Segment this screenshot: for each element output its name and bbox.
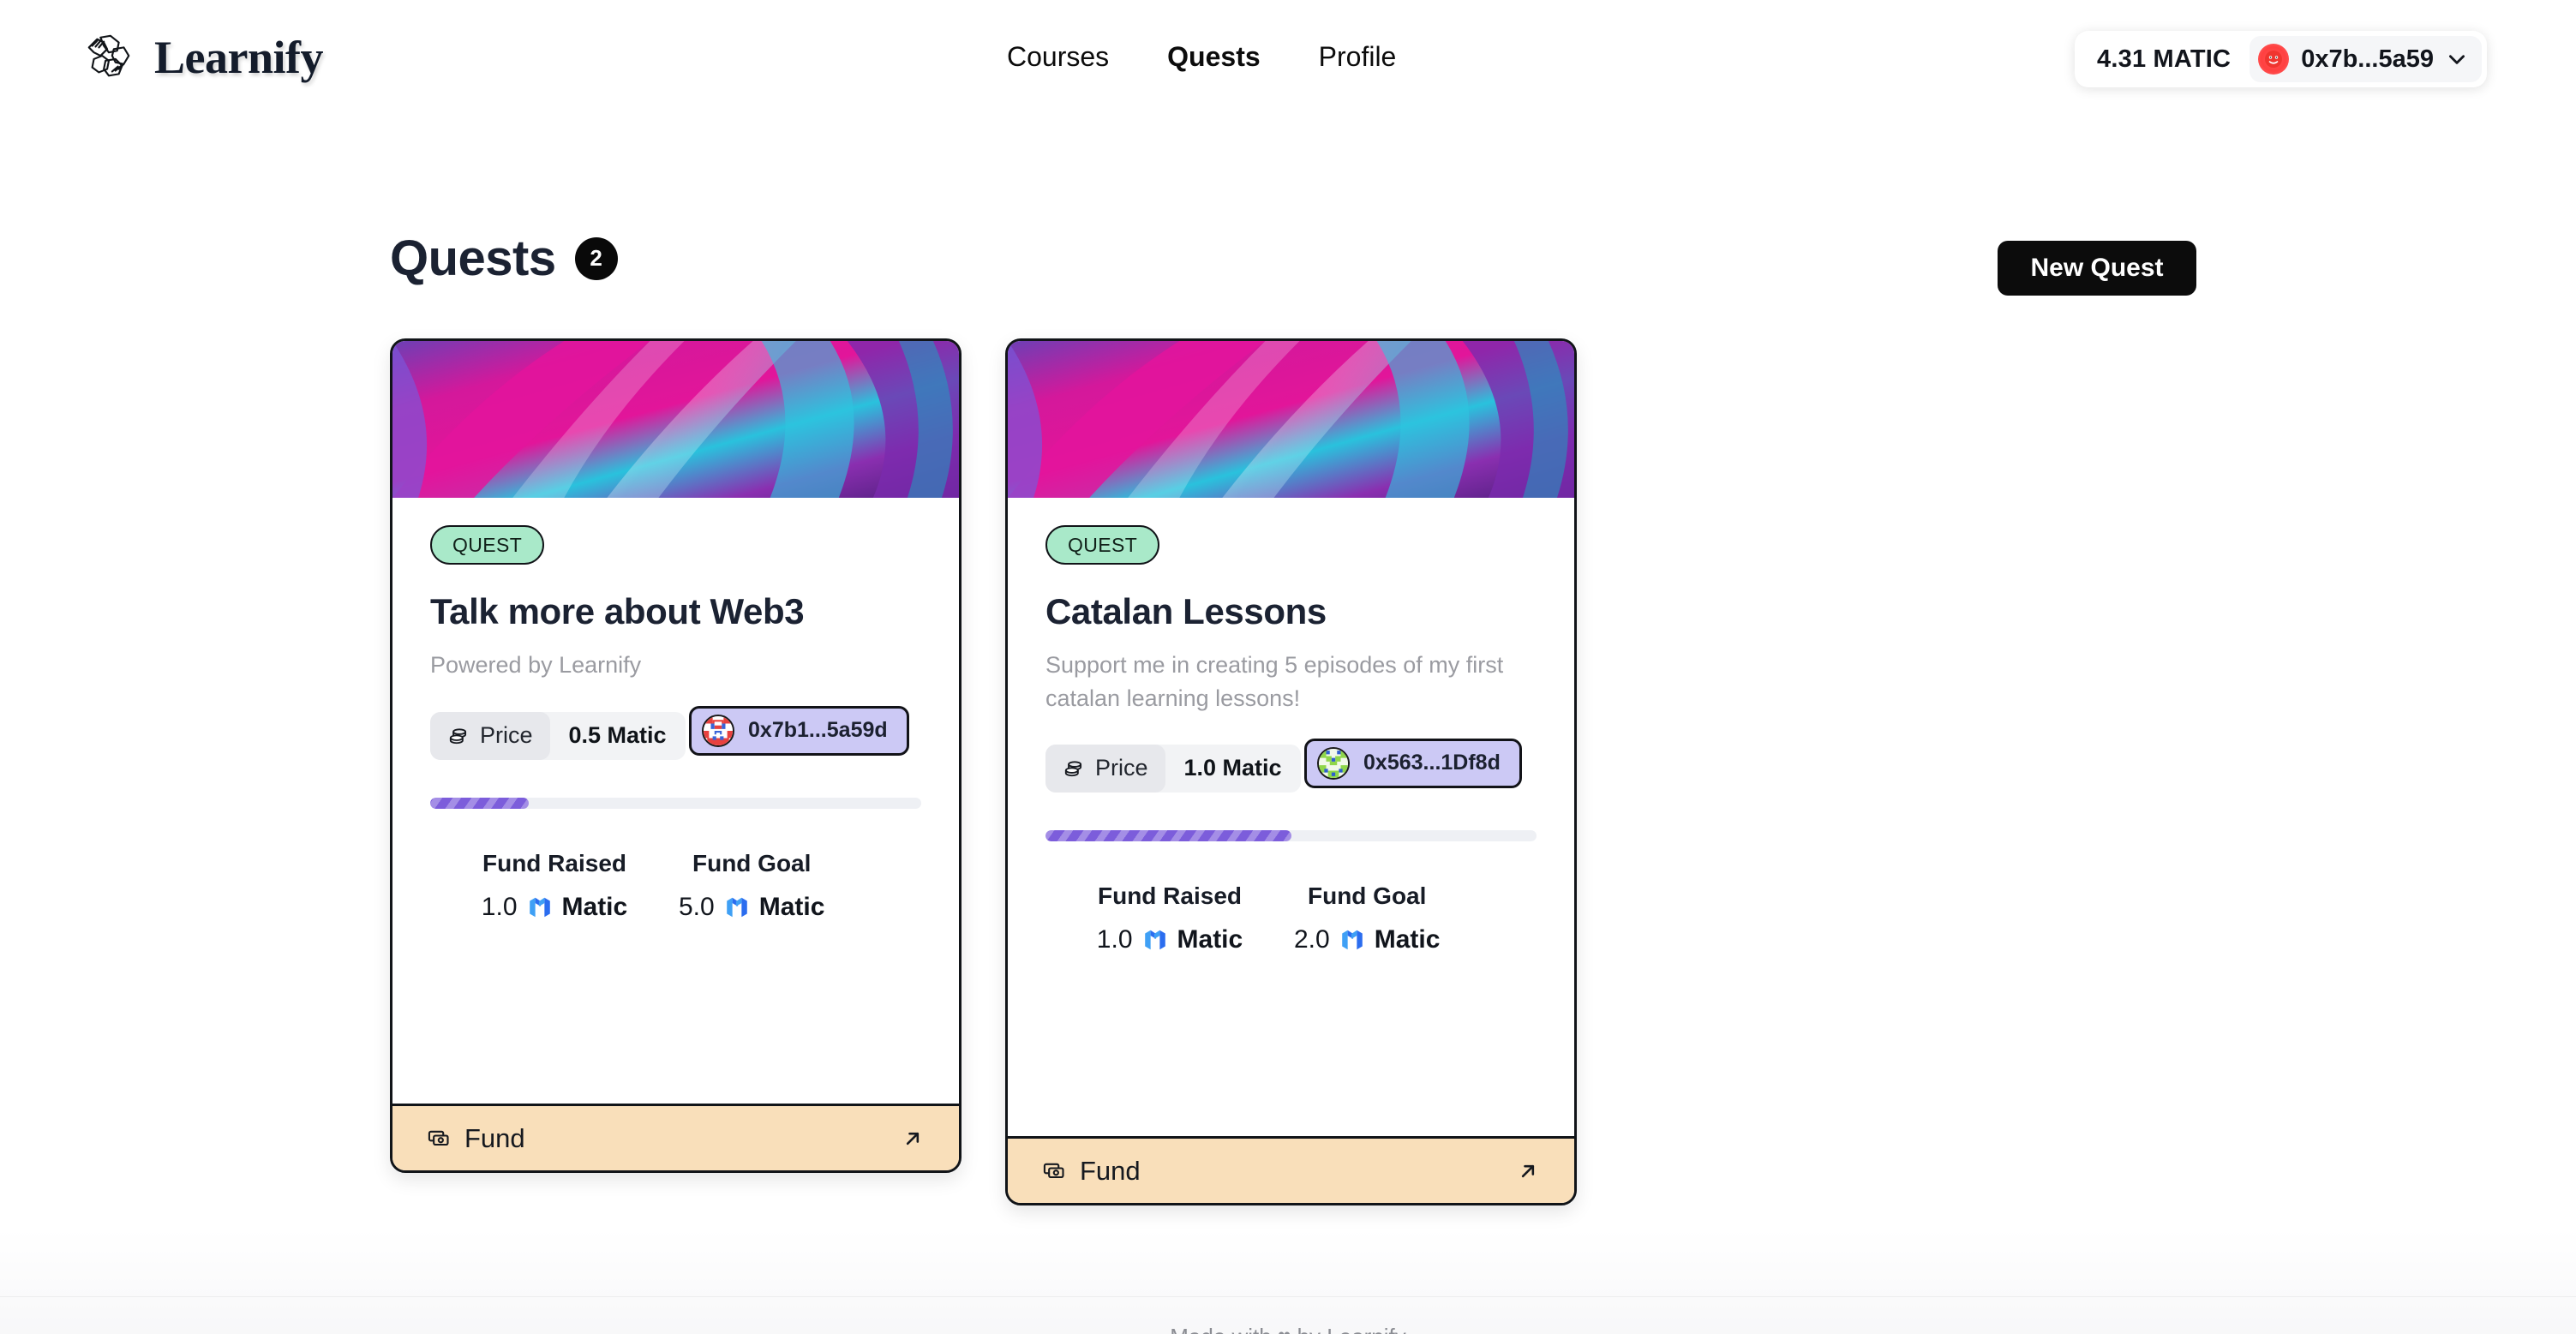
- fund-action-left: Fund: [1042, 1156, 1141, 1187]
- nav-link-profile[interactable]: Profile: [1319, 41, 1397, 73]
- matic-logo-icon: [1341, 930, 1363, 950]
- progress-track: [430, 797, 921, 809]
- arrow-up-right-icon[interactable]: [1516, 1159, 1540, 1183]
- owner-address-text: 0x563...1Df8d: [1363, 751, 1501, 775]
- quest-price-chip: Price 0.5 Matic: [430, 711, 686, 760]
- fund-action-bar[interactable]: Fund: [392, 1104, 959, 1170]
- money-stack-icon: [428, 1130, 449, 1146]
- fund-goal-number: 5.0: [679, 892, 715, 921]
- app-root: Learnify Courses Quests Profile 4.31 MAT…: [0, 0, 2576, 1334]
- fund-goal-label: Fund Goal: [692, 849, 812, 876]
- quest-card[interactable]: QUEST Talk more about Web3 Powered by Le…: [390, 338, 962, 1173]
- price-label: Price: [1095, 755, 1148, 781]
- fund-raised-stat: Fund Raised 1.0 Matic: [1045, 882, 1294, 954]
- funding-progress: [1045, 829, 1537, 841]
- fund-raised-unit: Matic: [561, 892, 628, 921]
- wallet-widget[interactable]: 4.31 MATIC 0x7b...5a59: [2075, 31, 2487, 87]
- price-label: Price: [480, 722, 533, 749]
- quest-description: Powered by Learnify: [430, 652, 642, 679]
- new-quest-button[interactable]: New Quest: [1998, 241, 2196, 296]
- quest-owner-address-chip[interactable]: 0x563...1Df8d: [1304, 738, 1522, 788]
- fund-stats: Fund Raised 1.0 Matic: [430, 850, 921, 922]
- quest-banner-image: [392, 341, 959, 498]
- owner-address-text: 0x7b1...5a59d: [748, 718, 888, 743]
- brand-logo[interactable]: Learnify: [82, 31, 323, 84]
- fund-goal-value: 2.0 Matic: [1294, 925, 1440, 954]
- funding-progress: [430, 797, 921, 809]
- quest-card-body: QUEST Catalan Lessons Support me in crea…: [1008, 498, 1574, 954]
- price-value: 0.5 Matic: [568, 722, 667, 749]
- price-label-pill: Price: [430, 711, 550, 760]
- wallet-blockie-avatar-red-icon: [2258, 44, 2290, 75]
- fund-raised-unit: Matic: [1177, 924, 1243, 954]
- fund-goal-value: 5.0 Matic: [679, 893, 824, 922]
- fund-stats: Fund Raised 1.0 Matic: [1045, 882, 1537, 954]
- quest-description: Support me in creating 5 episodes of my …: [1045, 652, 1504, 711]
- blockie-avatar-green-icon: [1317, 746, 1351, 780]
- page-divider: [0, 1296, 2576, 1297]
- quest-owner-address-chip[interactable]: 0x7b1...5a59d: [689, 705, 909, 756]
- quest-type-badge: QUEST: [1045, 525, 1160, 565]
- wallet-address: 0x7b...5a59: [2301, 45, 2434, 73]
- fund-raised-stat: Fund Raised 1.0 Matic: [430, 850, 679, 922]
- page-bottom-fade: [0, 1229, 2576, 1334]
- gradient-swirl-art: [1008, 341, 1574, 498]
- quest-count-badge: 2: [574, 236, 618, 280]
- interlocking-hands-logo-icon: [87, 34, 130, 77]
- nav-link-quests[interactable]: Quests: [1167, 41, 1260, 73]
- fund-raised-value: 1.0 Matic: [482, 893, 627, 922]
- price-label-pill: Price: [1045, 744, 1165, 793]
- blockie-avatar-red-icon: [702, 714, 735, 747]
- fund-goal-unit: Matic: [758, 892, 825, 921]
- quest-type-badge: QUEST: [430, 525, 545, 565]
- money-stack-icon: [1043, 1163, 1064, 1178]
- matic-logo-icon: [529, 897, 550, 917]
- coins-icon: [449, 727, 467, 744]
- page-title-row: Quests 2: [390, 230, 618, 287]
- footer-credit: Made with ♥ by Learnify: [0, 1324, 2576, 1334]
- quest-title: Talk more about Web3: [430, 591, 805, 631]
- chevron-down-icon[interactable]: [2446, 48, 2468, 70]
- brand-name: Learnify: [154, 32, 323, 83]
- main-nav: Courses Quests Profile: [1007, 41, 1396, 73]
- fund-goal-unit: Matic: [1374, 924, 1441, 954]
- matic-logo-icon: [726, 897, 747, 917]
- gradient-swirl-art: [392, 341, 959, 498]
- fund-raised-number: 1.0: [1096, 924, 1133, 954]
- fund-raised-value: 1.0 Matic: [1097, 925, 1243, 954]
- fund-goal-stat: Fund Goal 2.0 Matic: [1294, 882, 1440, 954]
- quest-title: Catalan Lessons: [1045, 591, 1327, 631]
- quest-banner-image: [1008, 341, 1574, 498]
- page-title: Quests: [390, 230, 556, 286]
- progress-fill: [1045, 829, 1291, 841]
- fund-button-label: Fund: [464, 1122, 525, 1153]
- fund-raised-label: Fund Raised: [482, 849, 626, 876]
- fund-action-left: Fund: [427, 1123, 525, 1154]
- avatar-face-icon: [2265, 51, 2283, 68]
- wallet-balance: 4.31 MATIC: [2097, 45, 2232, 73]
- matic-logo-icon: [1144, 930, 1165, 950]
- fund-goal-stat: Fund Goal 5.0 Matic: [679, 850, 824, 922]
- coins-icon: [1064, 761, 1082, 776]
- price-value: 1.0 Matic: [1183, 755, 1282, 781]
- arrow-up-right-icon[interactable]: [901, 1127, 925, 1151]
- fund-action-bar[interactable]: Fund: [1008, 1136, 1574, 1203]
- quest-card-body: QUEST Talk more about Web3 Powered by Le…: [392, 498, 959, 922]
- fund-raised-label: Fund Raised: [1097, 882, 1242, 909]
- quest-price-chip: Price 1.0 Matic: [1045, 744, 1301, 793]
- fund-button-label: Fund: [1080, 1155, 1141, 1186]
- fund-raised-number: 1.0: [481, 892, 518, 921]
- fund-goal-number: 2.0: [1294, 924, 1330, 954]
- quest-card[interactable]: QUEST Catalan Lessons Support me in crea…: [1005, 338, 1577, 1205]
- progress-track: [1045, 829, 1537, 841]
- progress-fill: [430, 797, 529, 809]
- wallet-account-button[interactable]: 0x7b...5a59: [2250, 36, 2482, 82]
- site-header: Learnify Courses Quests Profile 4.31 MAT…: [0, 0, 2576, 137]
- nav-link-courses[interactable]: Courses: [1007, 41, 1109, 73]
- fund-goal-label: Fund Goal: [1307, 882, 1427, 909]
